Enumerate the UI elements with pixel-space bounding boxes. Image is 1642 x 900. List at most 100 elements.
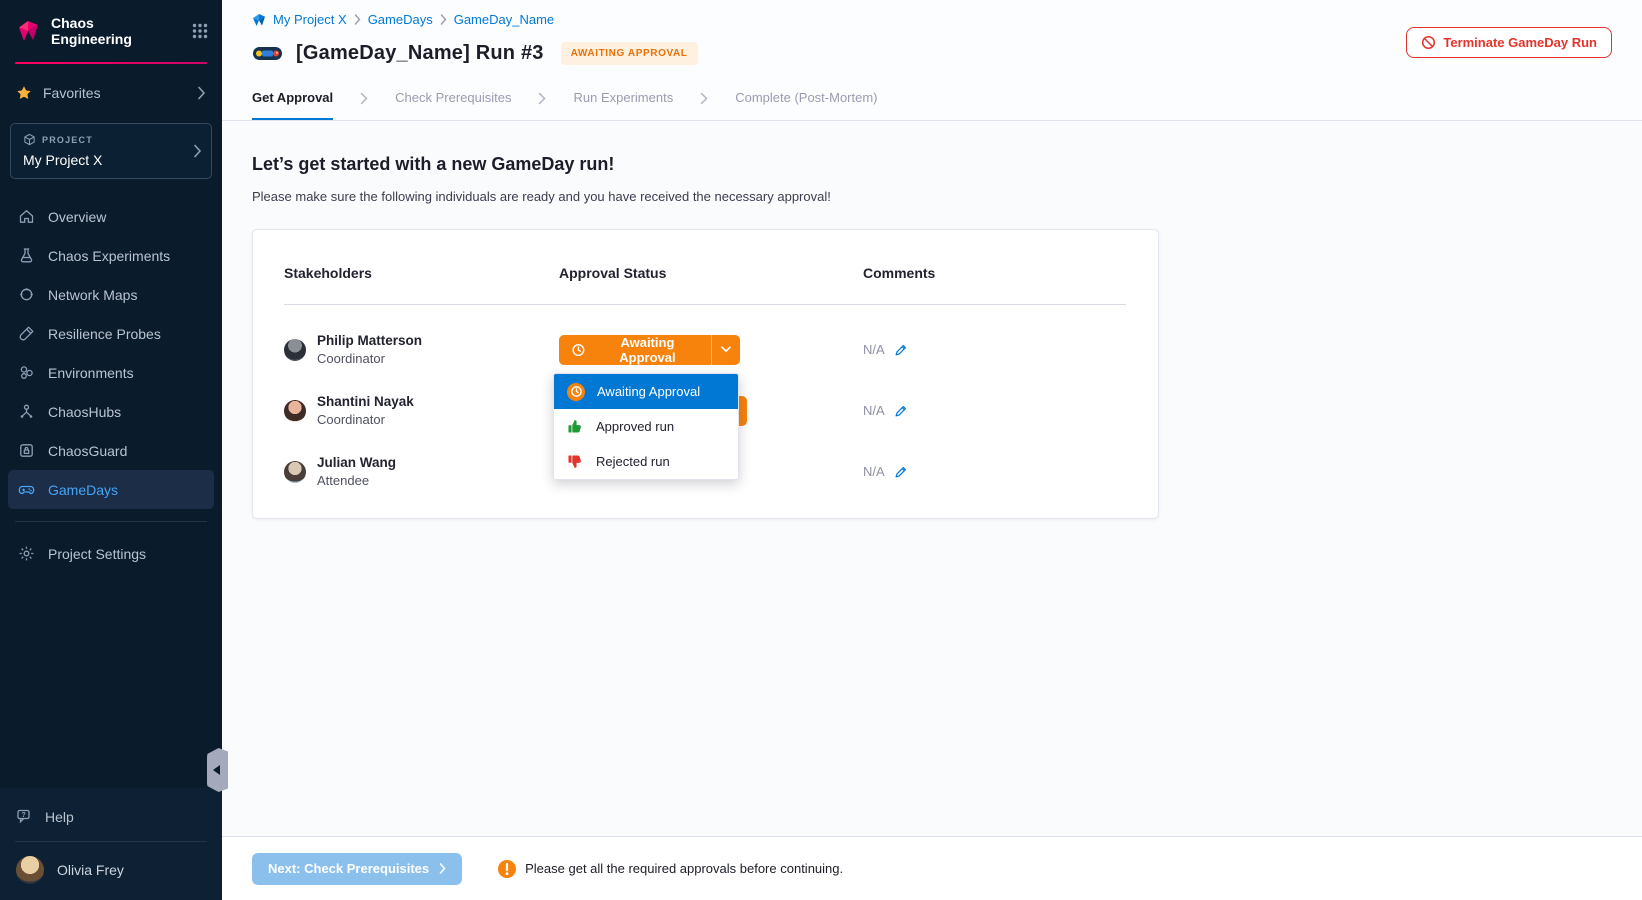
home-icon [18, 208, 35, 225]
stakeholder-name: Shantini Nayak [317, 394, 414, 409]
comment-value: N/A [863, 403, 885, 418]
user-profile[interactable]: Olivia Frey [0, 844, 222, 900]
sidebar-item-label: Overview [48, 209, 106, 225]
sidebar-item-chaosguard[interactable]: ChaosGuard [8, 431, 214, 470]
terminate-gameday-button[interactable]: Terminate GameDay Run [1406, 27, 1612, 58]
user-avatar [16, 856, 44, 884]
breadcrumb-item[interactable]: GameDay_Name [454, 12, 554, 27]
approval-status-dropdown-button[interactable]: Awaiting Approval [559, 335, 740, 365]
sidebar-header: Chaos Engineering [0, 0, 222, 60]
chevron-right-icon [193, 144, 202, 158]
menu-option-awaiting-approval[interactable]: Awaiting Approval [554, 374, 738, 409]
sidebar-item-chaos-experiments[interactable]: Chaos Experiments [8, 236, 214, 275]
run-stepper: Get Approval Check Prerequisites Run Exp… [222, 77, 1642, 121]
comment-cell: N/A [863, 342, 1126, 357]
chevron-right-icon [700, 77, 708, 120]
sidebar-item-label: Network Maps [48, 287, 137, 303]
sidebar-item-resilience-probes[interactable]: Resilience Probes [8, 314, 214, 353]
sidebar: Chaos Engineering Favorites PROJECT My P… [0, 0, 222, 900]
sidebar-item-project-settings[interactable]: Project Settings [8, 534, 214, 573]
sidebar-item-label: ChaosHubs [48, 404, 121, 420]
probe-icon [18, 325, 35, 342]
stakeholder-role: Coordinator [317, 351, 422, 366]
step-complete-post-mortem[interactable]: Complete (Post-Mortem) [735, 77, 877, 120]
menu-option-rejected-run[interactable]: Rejected run [554, 444, 738, 479]
sidebar-item-label: ChaosGuard [48, 443, 127, 459]
sidebar-item-chaoshubs[interactable]: ChaosHubs [8, 392, 214, 431]
menu-option-approved-run[interactable]: Approved run [554, 409, 738, 444]
project-selector[interactable]: PROJECT My Project X [10, 123, 212, 179]
main-area: My Project X GameDays GameDay_Name [Game… [222, 0, 1642, 900]
table-row: Philip Matterson Coordinator Awaiting Ap… [284, 319, 1126, 380]
sidebar-item-label: Environments [48, 365, 134, 381]
edit-pencil-icon[interactable] [894, 465, 908, 479]
avatar [284, 400, 306, 422]
sidebar-item-label: Project Settings [48, 546, 146, 562]
favorites-row[interactable]: Favorites [0, 64, 222, 115]
edit-pencil-icon[interactable] [894, 404, 908, 418]
chevron-right-icon [439, 863, 446, 874]
content-area: Let’s get started with a new GameDay run… [222, 121, 1642, 836]
stakeholders-card: Stakeholders Approval Status Comments Ph… [252, 229, 1159, 519]
avatar [284, 339, 306, 361]
favorites-label: Favorites [43, 85, 101, 101]
status-label: Awaiting Approval [595, 335, 700, 365]
thumbs-down-icon [567, 453, 584, 470]
sidebar-item-label: Chaos Experiments [48, 248, 170, 264]
comment-value: N/A [863, 342, 885, 357]
chevron-right-icon [440, 14, 447, 25]
flask-icon [18, 247, 35, 264]
terminate-label: Terminate GameDay Run [1443, 35, 1597, 50]
sidebar-item-overview[interactable]: Overview [8, 197, 214, 236]
column-header-stakeholders: Stakeholders [284, 265, 559, 281]
no-entry-icon [1421, 35, 1436, 50]
content-subheading: Please make sure the following individua… [252, 189, 1612, 204]
comment-cell: N/A [863, 403, 1126, 418]
sidebar-item-network-maps[interactable]: Network Maps [8, 275, 214, 314]
app-switcher-grid-icon[interactable] [192, 23, 208, 39]
gamepad-icon [18, 481, 35, 498]
comment-value: N/A [863, 464, 885, 479]
chaos-engineering-logo-icon [15, 18, 42, 45]
warning-text: Please get all the required approvals be… [525, 861, 843, 876]
menu-option-label: Rejected run [596, 454, 670, 469]
clock-icon [567, 383, 585, 401]
caret-down-icon [711, 335, 740, 365]
step-check-prerequisites[interactable]: Check Prerequisites [395, 77, 511, 120]
breadcrumb-item[interactable]: GameDays [368, 12, 433, 27]
stakeholder-cell: Julian Wang Attendee [284, 455, 559, 488]
step-get-approval[interactable]: Get Approval [252, 77, 333, 120]
stakeholder-cell: Philip Matterson Coordinator [284, 333, 559, 366]
project-name: My Project X [23, 152, 185, 168]
sidebar-nav: Overview Chaos Experiments Network Maps … [0, 189, 222, 509]
chevron-right-icon [197, 86, 206, 100]
column-header-approval-status: Approval Status [559, 265, 863, 281]
status-cell: Awaiting Approval [559, 335, 863, 365]
guard-lock-icon [18, 442, 35, 459]
svg-text:?: ? [21, 810, 26, 819]
help-button[interactable]: ? Help [0, 794, 222, 839]
comment-cell: N/A [863, 464, 1126, 479]
collapse-arrow-icon [213, 765, 220, 775]
sidebar-item-environments[interactable]: Environments [8, 353, 214, 392]
step-run-experiments[interactable]: Run Experiments [573, 77, 673, 120]
edit-pencil-icon[interactable] [894, 343, 908, 357]
next-check-prerequisites-button[interactable]: Next: Check Prerequisites [252, 853, 462, 885]
hub-network-icon [18, 403, 35, 420]
breadcrumb-logo-icon [252, 13, 266, 27]
network-map-icon [18, 286, 35, 303]
page-title: [GameDay_Name] Run #3 [296, 42, 544, 65]
sidebar-divider [15, 841, 207, 842]
menu-option-label: Approved run [596, 419, 674, 434]
content-heading: Let’s get started with a new GameDay run… [252, 154, 1612, 175]
stakeholder-cell: Shantini Nayak Coordinator [284, 394, 559, 427]
column-header-comments: Comments [863, 265, 1126, 281]
sidebar-collapse-handle[interactable] [207, 748, 228, 792]
breadcrumb-item[interactable]: My Project X [273, 12, 347, 27]
gameday-gamepad-icon [252, 44, 283, 63]
avatar [284, 461, 306, 483]
stakeholder-name: Philip Matterson [317, 333, 422, 348]
user-name: Olivia Frey [57, 862, 124, 878]
sidebar-item-gamedays[interactable]: GameDays [8, 470, 214, 509]
chevron-right-icon [538, 77, 546, 120]
